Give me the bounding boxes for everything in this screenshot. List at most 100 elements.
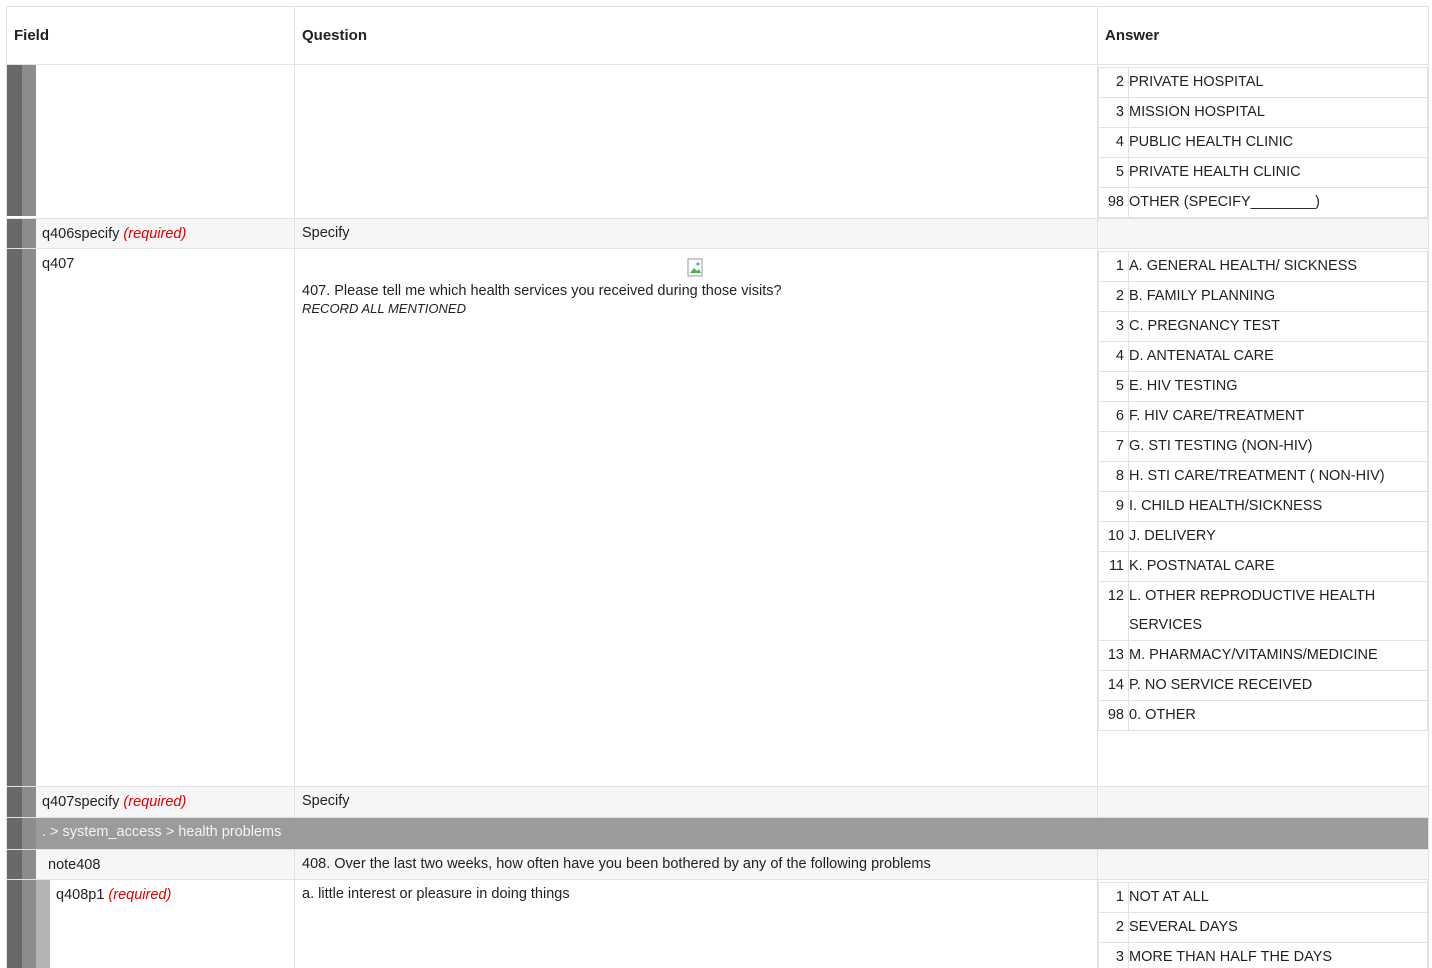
table-row-q406specify: q406specify (required) Specify bbox=[6, 218, 1429, 249]
question-text: 407. Please tell me which health service… bbox=[302, 283, 782, 299]
option-label: C. PREGNANCY TEST bbox=[1128, 311, 1428, 342]
option-label: F. HIV CARE/TREATMENT bbox=[1128, 401, 1428, 432]
answer-option: 3 C. PREGNANCY TEST bbox=[1098, 311, 1428, 342]
option-code: 2 bbox=[1098, 912, 1129, 943]
option-label: P. NO SERVICE RECEIVED bbox=[1128, 670, 1428, 701]
option-label: E. HIV TESTING bbox=[1128, 371, 1428, 402]
answer-options: 1 NOT AT ALL 2 SEVERAL DAYS 3 MORE THAN HALF … bbox=[1098, 882, 1428, 968]
option-label: A. GENERAL HEALTH/ SICKNESS bbox=[1128, 251, 1428, 282]
answer-option: 10 J. DELIVERY bbox=[1098, 521, 1428, 552]
question-text: a. little interest or pleasure in doing … bbox=[294, 879, 1098, 968]
option-code: 4 bbox=[1098, 341, 1129, 372]
option-code: 11 bbox=[1098, 551, 1129, 582]
option-label: NOT AT ALL bbox=[1128, 882, 1428, 913]
group-row: . > system_access > health problems bbox=[6, 817, 1429, 850]
option-label: D. ANTENATAL CARE bbox=[1128, 341, 1428, 372]
broken-image-icon bbox=[302, 255, 1090, 283]
field-column-header: Field bbox=[6, 6, 295, 65]
table-row-q407: q407 407. Please tell me which health se… bbox=[6, 248, 1429, 787]
option-code: 1 bbox=[1098, 882, 1129, 913]
option-code: 98 bbox=[1098, 187, 1129, 218]
question-text: Specify bbox=[294, 218, 1098, 249]
field-name: q407specify (required) bbox=[42, 794, 187, 810]
option-label: MORE THAN HALF THE DAYS bbox=[1128, 942, 1428, 968]
option-label: B. FAMILY PLANNING bbox=[1128, 281, 1428, 312]
option-label: M. PHARMACY/VITAMINS/MEDICINE bbox=[1128, 640, 1428, 671]
field-name: note408 bbox=[48, 857, 101, 873]
answer-option: 5 E. HIV TESTING bbox=[1098, 371, 1428, 402]
table-row-q406-continued: 2 PRIVATE HOSPITAL 3 MISSION HOSPITAL 4 PUBLI… bbox=[6, 64, 1429, 219]
option-label: MISSION HOSPITAL bbox=[1128, 97, 1428, 128]
answer-option: 2 PRIVATE HOSPITAL bbox=[1098, 67, 1428, 98]
question-hint: RECORD ALL MENTIONED bbox=[302, 301, 466, 316]
option-code: 1 bbox=[1098, 251, 1129, 282]
option-code: 5 bbox=[1098, 371, 1129, 402]
answer-options: 2 PRIVATE HOSPITAL 3 MISSION HOSPITAL 4 PUBLI… bbox=[1098, 67, 1428, 218]
option-label: I. CHILD HEALTH/SICKNESS bbox=[1128, 491, 1428, 522]
answer-option: 14 P. NO SERVICE RECEIVED bbox=[1098, 670, 1428, 701]
option-label: 0. OTHER bbox=[1128, 700, 1428, 731]
q406-options: 2 PRIVATE HOSPITAL 3 MISSION HOSPITAL 4 PUBLI… bbox=[1098, 67, 1428, 218]
answer-option: 11 K. POSTNATAL CARE bbox=[1098, 551, 1428, 582]
required-label: (required) bbox=[108, 887, 172, 903]
table-row-q408p1: q408p1 (required) a. little interest or … bbox=[6, 879, 1429, 968]
answer-option: 1 A. GENERAL HEALTH/ SICKNESS bbox=[1098, 251, 1428, 282]
table-row-q407specify: q407specify (required) Specify bbox=[6, 786, 1429, 818]
option-label: PUBLIC HEALTH CLINIC bbox=[1128, 127, 1428, 158]
answer-option: 5 PRIVATE HEALTH CLINIC bbox=[1098, 157, 1428, 188]
option-code: 6 bbox=[1098, 401, 1129, 432]
answer-option: 2 SEVERAL DAYS bbox=[1098, 912, 1428, 943]
table-row-note408: note408 408. Over the last two weeks, ho… bbox=[6, 849, 1429, 880]
option-label: L. OTHER REPRODUCTIVE HEALTH SERVICES bbox=[1128, 581, 1428, 641]
questionnaire-table: Field Question Answer 2 PRIVATE HOSPITAL 3… bbox=[6, 6, 1429, 968]
option-code: 14 bbox=[1098, 670, 1129, 701]
option-code: 8 bbox=[1098, 461, 1129, 492]
answer-option: 98 0. OTHER bbox=[1098, 700, 1428, 731]
answer-option: 7 G. STI TESTING (NON-HIV) bbox=[1098, 431, 1428, 462]
answer-option: 98 OTHER (SPECIFY________) bbox=[1098, 187, 1428, 218]
option-code: 98 bbox=[1098, 700, 1129, 731]
answer-option: 1 NOT AT ALL bbox=[1098, 882, 1428, 913]
option-code: 4 bbox=[1098, 127, 1129, 158]
answer-option: 9 I. CHILD HEALTH/SICKNESS bbox=[1098, 491, 1428, 522]
option-label: PRIVATE HEALTH CLINIC bbox=[1128, 157, 1428, 188]
answer-option: 4 PUBLIC HEALTH CLINIC bbox=[1098, 127, 1428, 158]
option-code: 12 bbox=[1098, 581, 1129, 641]
answer-option: 6 F. HIV CARE/TREATMENT bbox=[1098, 401, 1428, 432]
header-row: Field Question Answer bbox=[6, 6, 1429, 65]
answer-column-header: Answer bbox=[1097, 6, 1429, 65]
option-code: 13 bbox=[1098, 640, 1129, 671]
option-label: SEVERAL DAYS bbox=[1128, 912, 1428, 943]
option-code: 9 bbox=[1098, 491, 1129, 522]
option-label: J. DELIVERY bbox=[1128, 521, 1428, 552]
group-path: . > system_access > health problems bbox=[42, 824, 282, 840]
option-code: 5 bbox=[1098, 157, 1129, 188]
form-preview-page: Field Question Answer 2 PRIVATE HOSPITAL 3… bbox=[0, 0, 1432, 968]
nesting-bar bbox=[22, 65, 36, 216]
answer-option: 8 H. STI CARE/TREATMENT ( NON-HIV) bbox=[1098, 461, 1428, 492]
option-label: K. POSTNATAL CARE bbox=[1128, 551, 1428, 582]
option-label: G. STI TESTING (NON-HIV) bbox=[1128, 431, 1428, 462]
answer-option: 13 M. PHARMACY/VITAMINS/MEDICINE bbox=[1098, 640, 1428, 671]
option-code: 3 bbox=[1098, 311, 1129, 342]
field-name: q408p1 (required) bbox=[56, 887, 172, 903]
q408p1-options: 1 NOT AT ALL 2 SEVERAL DAYS 3 MORE THAN HALF … bbox=[1098, 882, 1428, 968]
option-label: PRIVATE HOSPITAL bbox=[1128, 67, 1428, 98]
required-label: (required) bbox=[123, 794, 187, 810]
answer-option: 2 B. FAMILY PLANNING bbox=[1098, 281, 1428, 312]
option-label: H. STI CARE/TREATMENT ( NON-HIV) bbox=[1128, 461, 1428, 492]
answer-option: 12 L. OTHER REPRODUCTIVE HEALTH SERVICES bbox=[1098, 581, 1428, 641]
option-code: 3 bbox=[1098, 942, 1129, 968]
answer-options: 1 A. GENERAL HEALTH/ SICKNESS 2 B. FAMILY P… bbox=[1098, 251, 1428, 731]
q407-options: 1 A. GENERAL HEALTH/ SICKNESS 2 B. FAMILY P… bbox=[1098, 251, 1428, 731]
option-code: 2 bbox=[1098, 281, 1129, 312]
nesting-bar bbox=[7, 65, 22, 216]
answer-option: 3 MISSION HOSPITAL bbox=[1098, 97, 1428, 128]
question-text: 408. Over the last two weeks, how often … bbox=[294, 849, 1098, 880]
option-code: 10 bbox=[1098, 521, 1129, 552]
option-code: 7 bbox=[1098, 431, 1129, 462]
option-label: OTHER (SPECIFY________) bbox=[1128, 187, 1428, 218]
option-code: 3 bbox=[1098, 97, 1129, 128]
question-text: Specify bbox=[294, 786, 1098, 818]
field-name: q406specify (required) bbox=[42, 226, 187, 242]
